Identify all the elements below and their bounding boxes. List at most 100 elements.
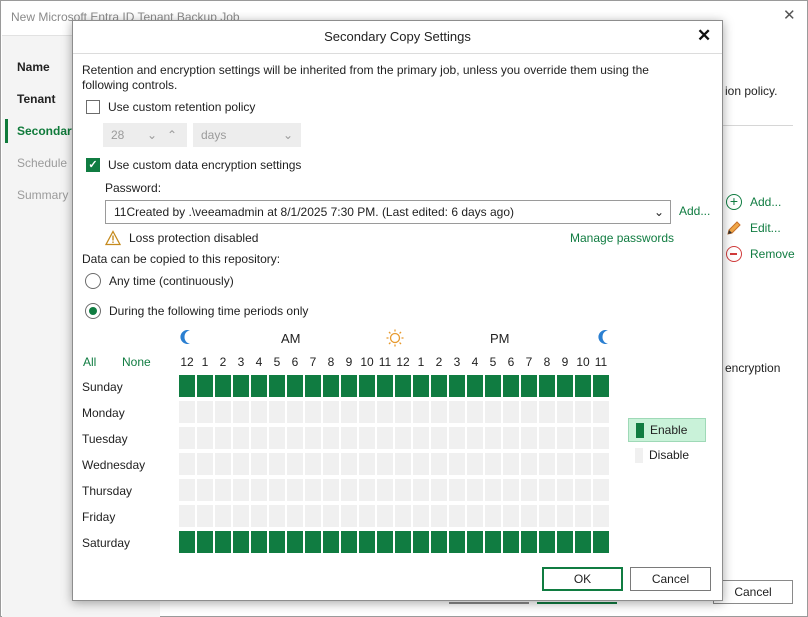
schedule-cell[interactable] [179, 427, 195, 449]
schedule-cell[interactable] [377, 453, 393, 475]
hour-label[interactable]: 5 [268, 355, 286, 369]
schedule-cell[interactable] [197, 453, 213, 475]
schedule-cell[interactable] [485, 401, 501, 423]
schedule-cell[interactable] [305, 479, 321, 501]
schedule-cell[interactable] [557, 531, 573, 553]
schedule-cell[interactable] [413, 505, 429, 527]
schedule-cell[interactable] [431, 505, 447, 527]
schedule-cell[interactable] [593, 375, 609, 397]
schedule-cell[interactable] [251, 453, 267, 475]
schedule-cell[interactable] [287, 427, 303, 449]
schedule-cell[interactable] [431, 453, 447, 475]
schedule-cell[interactable] [233, 375, 249, 397]
ok-button[interactable]: OK [542, 567, 623, 591]
schedule-cell[interactable] [503, 505, 519, 527]
custom-retention-checkbox[interactable] [86, 100, 100, 114]
schedule-cell[interactable] [395, 453, 411, 475]
schedule-cell[interactable] [179, 453, 195, 475]
schedule-cell[interactable] [413, 453, 429, 475]
schedule-cell[interactable] [287, 505, 303, 527]
step-name[interactable]: Name [17, 60, 50, 74]
wizard-close-icon[interactable]: ✕ [783, 6, 796, 24]
schedule-cell[interactable] [341, 505, 357, 527]
schedule-cell[interactable] [341, 453, 357, 475]
time-periods-radio[interactable] [85, 303, 101, 319]
schedule-cell[interactable] [503, 479, 519, 501]
schedule-cell[interactable] [521, 375, 537, 397]
schedule-cell[interactable] [215, 401, 231, 423]
schedule-cell[interactable] [449, 375, 465, 397]
schedule-cell[interactable] [521, 505, 537, 527]
schedule-cell[interactable] [593, 453, 609, 475]
schedule-cell[interactable] [233, 401, 249, 423]
schedule-cell[interactable] [305, 453, 321, 475]
hour-label[interactable]: 10 [574, 355, 592, 369]
schedule-cell[interactable] [233, 427, 249, 449]
schedule-cell[interactable] [575, 505, 591, 527]
schedule-cell[interactable] [251, 531, 267, 553]
hour-label[interactable]: 2 [430, 355, 448, 369]
schedule-cell[interactable] [593, 531, 609, 553]
hour-label[interactable]: 5 [484, 355, 502, 369]
schedule-cell[interactable] [269, 453, 285, 475]
schedule-cell[interactable] [449, 479, 465, 501]
legend-disable[interactable]: Disable [628, 444, 706, 468]
schedule-cell[interactable] [413, 479, 429, 501]
hour-label[interactable]: 11 [592, 355, 610, 369]
schedule-cell[interactable] [197, 427, 213, 449]
schedule-cell[interactable] [575, 401, 591, 423]
schedule-cell[interactable] [341, 401, 357, 423]
hour-label[interactable]: 3 [448, 355, 466, 369]
hour-label[interactable]: 8 [322, 355, 340, 369]
schedule-cell[interactable] [251, 427, 267, 449]
hour-label[interactable]: 7 [520, 355, 538, 369]
schedule-cell[interactable] [287, 531, 303, 553]
any-time-radio[interactable] [85, 273, 101, 289]
schedule-cell[interactable] [287, 479, 303, 501]
schedule-cell[interactable] [215, 453, 231, 475]
day-label[interactable]: Wednesday [82, 458, 145, 472]
schedule-cell[interactable] [431, 401, 447, 423]
manage-passwords-link[interactable]: Manage passwords [570, 231, 674, 245]
schedule-cell[interactable] [593, 505, 609, 527]
schedule-cell[interactable] [485, 375, 501, 397]
schedule-cell[interactable] [485, 427, 501, 449]
schedule-cell[interactable] [197, 505, 213, 527]
schedule-cell[interactable] [287, 401, 303, 423]
hour-label[interactable]: 9 [556, 355, 574, 369]
schedule-cell[interactable] [251, 401, 267, 423]
hour-label[interactable]: 8 [538, 355, 556, 369]
schedule-cell[interactable] [467, 479, 483, 501]
day-label[interactable]: Thursday [82, 484, 132, 498]
schedule-cell[interactable] [539, 479, 555, 501]
schedule-cell[interactable] [521, 531, 537, 553]
schedule-cell[interactable] [323, 531, 339, 553]
schedule-cell[interactable] [503, 453, 519, 475]
schedule-cell[interactable] [593, 427, 609, 449]
schedule-cell[interactable] [377, 479, 393, 501]
schedule-cell[interactable] [215, 505, 231, 527]
hour-label[interactable]: 10 [358, 355, 376, 369]
hour-label[interactable]: 9 [340, 355, 358, 369]
schedule-cell[interactable] [341, 427, 357, 449]
schedule-cell[interactable] [269, 375, 285, 397]
schedule-cell[interactable] [179, 505, 195, 527]
bg-edit-link[interactable]: Edit... [750, 221, 781, 235]
schedule-cell[interactable] [449, 401, 465, 423]
step-secondary[interactable]: Secondary [17, 124, 78, 138]
schedule-cell[interactable] [323, 375, 339, 397]
schedule-cell[interactable] [539, 375, 555, 397]
edit-pencil-icon[interactable] [725, 219, 743, 237]
schedule-cell[interactable] [575, 453, 591, 475]
schedule-cell[interactable] [539, 505, 555, 527]
day-label[interactable]: Saturday [82, 536, 130, 550]
schedule-cell[interactable] [557, 505, 573, 527]
schedule-cell[interactable] [323, 401, 339, 423]
schedule-cell[interactable] [233, 531, 249, 553]
schedule-cell[interactable] [395, 505, 411, 527]
schedule-cell[interactable] [467, 401, 483, 423]
schedule-cell[interactable] [557, 375, 573, 397]
schedule-cell[interactable] [197, 375, 213, 397]
schedule-cell[interactable] [359, 505, 375, 527]
schedule-cell[interactable] [449, 453, 465, 475]
